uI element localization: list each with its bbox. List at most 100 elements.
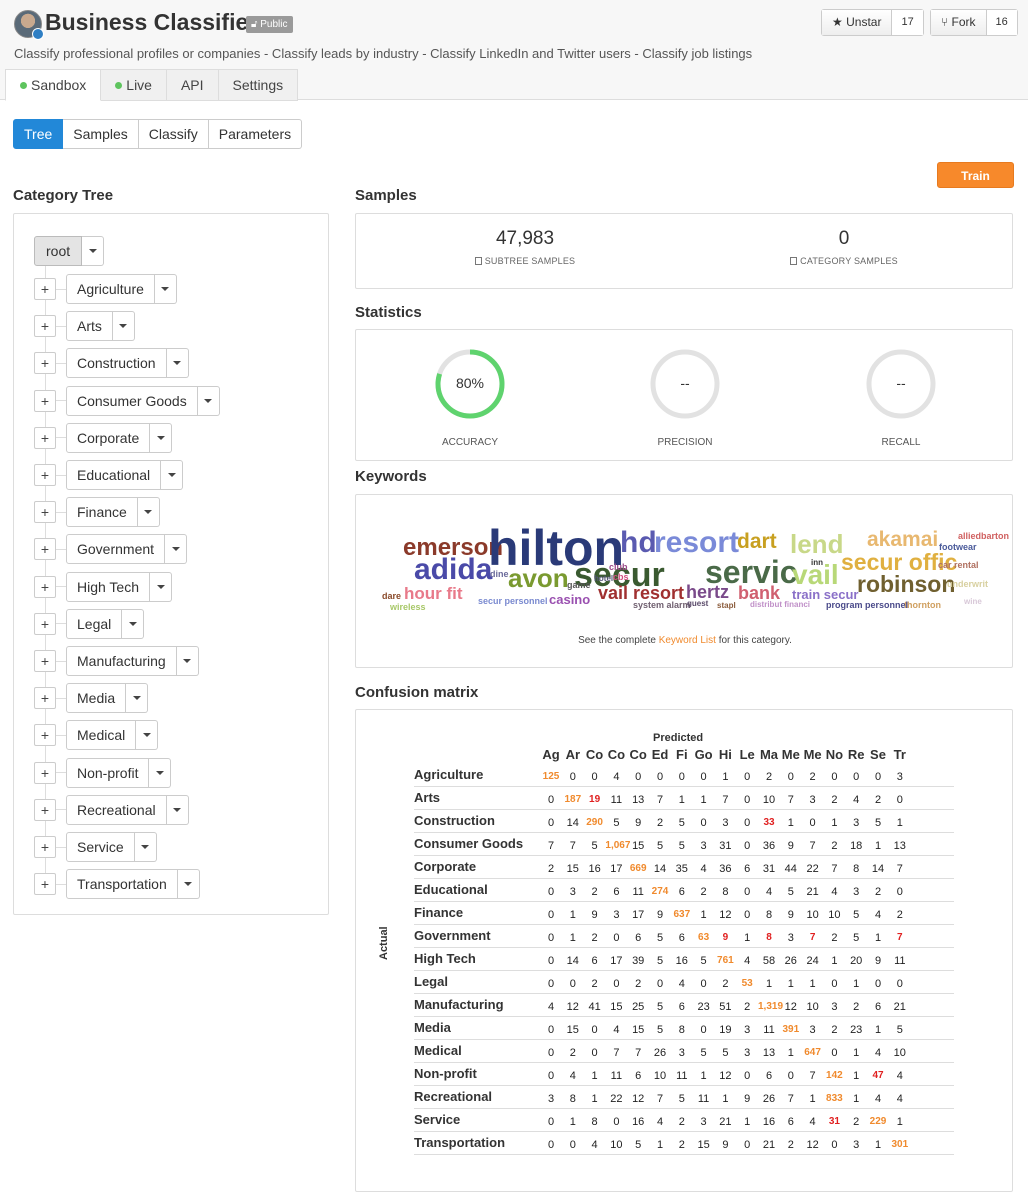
- column-header: Re: [847, 747, 865, 762]
- actual-axis-label: Actual: [378, 926, 390, 960]
- expand-plus-icon[interactable]: +: [34, 612, 56, 635]
- status-online-icon: [115, 82, 123, 89]
- matrix-cell: 1: [700, 794, 707, 806]
- matrix-cell: 0: [831, 1047, 838, 1059]
- tab-api[interactable]: API: [166, 69, 219, 101]
- expand-plus-icon[interactable]: +: [34, 464, 56, 486]
- category-button-medical[interactable]: Medical: [66, 720, 137, 751]
- keyword-distribut-financi: distribut financi: [750, 600, 810, 609]
- category-button-educational[interactable]: Educational: [66, 460, 162, 490]
- subtab-samples[interactable]: Samples: [63, 119, 139, 149]
- matrix-cell: 1: [700, 909, 707, 921]
- root-button[interactable]: root: [34, 236, 83, 266]
- category-button-arts[interactable]: Arts: [66, 311, 113, 342]
- caret-down-icon: [161, 287, 170, 291]
- subtab-tree[interactable]: Tree: [13, 119, 64, 149]
- expand-plus-icon[interactable]: +: [34, 873, 56, 896]
- precision-label: PRECISION: [657, 437, 713, 448]
- matrix-cell: 5: [853, 909, 860, 921]
- category-dropdown-button[interactable]: [166, 794, 189, 825]
- category-dropdown-button[interactable]: [165, 534, 188, 565]
- matrix-cell: 1: [700, 1070, 707, 1082]
- user-avatar[interactable]: [14, 10, 44, 40]
- tab-sandbox[interactable]: Sandbox: [5, 69, 102, 101]
- subtab-parameters[interactable]: Parameters: [208, 119, 303, 149]
- matrix-cell: 10: [806, 1001, 819, 1013]
- category-dropdown-button[interactable]: [150, 571, 173, 602]
- expand-plus-icon[interactable]: +: [34, 761, 56, 784]
- category-button-consumer-goods[interactable]: Consumer Goods: [66, 385, 198, 416]
- category-button-media[interactable]: Media: [66, 683, 127, 714]
- category-dropdown-button[interactable]: [134, 832, 157, 862]
- tab-settings[interactable]: Settings: [218, 69, 299, 101]
- tab-live[interactable]: Live: [101, 69, 167, 101]
- category-button-non-profit[interactable]: Non-profit: [66, 757, 150, 788]
- matrix-cell: 8: [591, 1116, 598, 1128]
- category-button-corporate[interactable]: Corporate: [66, 422, 151, 453]
- category-button-construction[interactable]: Construction: [66, 348, 167, 379]
- expand-plus-icon[interactable]: +: [34, 389, 56, 412]
- tree-item-manufacturing: + Manufacturing: [34, 646, 199, 676]
- expand-plus-icon[interactable]: +: [34, 650, 56, 672]
- category-button-government[interactable]: Government: [66, 534, 166, 565]
- row-divider: [414, 1085, 954, 1086]
- matrix-cell: 3: [831, 1001, 838, 1013]
- expand-plus-icon[interactable]: +: [34, 538, 56, 561]
- matrix-cell: 1: [896, 817, 903, 829]
- category-button-service[interactable]: Service: [66, 832, 135, 862]
- matrix-cell: 2: [678, 1139, 685, 1151]
- category-button-transportation[interactable]: Transportation: [66, 869, 178, 900]
- category-dropdown-button[interactable]: [166, 348, 189, 379]
- subtab-classify[interactable]: Classify: [138, 119, 209, 149]
- category-dropdown-button[interactable]: [197, 385, 220, 416]
- expand-plus-icon[interactable]: +: [34, 352, 56, 375]
- category-dropdown-button[interactable]: [150, 422, 173, 453]
- category-dropdown-button[interactable]: [112, 311, 135, 342]
- category-dropdown-button[interactable]: [137, 497, 160, 528]
- matrix-cell: 0: [700, 1024, 707, 1036]
- expand-plus-icon[interactable]: +: [34, 426, 56, 449]
- matrix-cell: 12: [784, 1001, 797, 1013]
- root-dropdown-button[interactable]: [82, 236, 105, 266]
- category-button-manufacturing[interactable]: Manufacturing: [66, 646, 177, 676]
- matrix-cell: 0: [569, 1139, 576, 1151]
- category-dropdown-button[interactable]: [136, 720, 159, 751]
- category-button-finance[interactable]: Finance: [66, 497, 138, 528]
- star-icon: ★: [832, 15, 843, 29]
- category-dropdown-button[interactable]: [122, 608, 145, 639]
- category-button-legal[interactable]: Legal: [66, 608, 123, 639]
- category-dropdown-button[interactable]: [126, 683, 149, 714]
- row-label-media: Media: [414, 1020, 451, 1035]
- matrix-cell: 0: [613, 932, 620, 944]
- row-divider: [414, 832, 954, 833]
- expand-plus-icon[interactable]: +: [34, 575, 56, 598]
- train-button[interactable]: Train: [937, 162, 1014, 188]
- expand-plus-icon[interactable]: +: [34, 315, 56, 338]
- category-dropdown-button[interactable]: [161, 460, 184, 490]
- caret-down-icon: [173, 361, 182, 366]
- category-dropdown-button[interactable]: [177, 869, 200, 900]
- matrix-cell: 2: [591, 886, 598, 898]
- category-dropdown-button[interactable]: [149, 757, 172, 788]
- expand-plus-icon[interactable]: +: [34, 687, 56, 710]
- category-button-agriculture[interactable]: Agriculture: [66, 274, 155, 304]
- column-header: Fi: [676, 747, 688, 762]
- expand-plus-icon[interactable]: +: [34, 278, 56, 300]
- keyword-list-link[interactable]: Keyword List: [659, 635, 716, 646]
- unstar-button[interactable]: ★ Unstar 17: [821, 9, 924, 36]
- expand-plus-icon[interactable]: +: [34, 501, 56, 524]
- row-label-finance: Finance: [414, 905, 464, 920]
- category-button-high-tech[interactable]: High Tech: [66, 571, 151, 602]
- category-samples: 0 CATEGORY SAMPLES: [694, 228, 994, 266]
- category-dropdown-button[interactable]: [154, 274, 177, 304]
- matrix-cell: 0: [853, 771, 860, 783]
- category-button-recreational[interactable]: Recreational: [66, 794, 167, 825]
- expand-plus-icon[interactable]: +: [34, 724, 56, 747]
- matrix-cell: 1: [722, 771, 729, 783]
- fork-button[interactable]: ⑂ Fork 16: [930, 9, 1018, 36]
- category-dropdown-button[interactable]: [176, 646, 199, 676]
- tree-item-medical: + Medical: [34, 720, 159, 751]
- keyword-stapl: stapl: [717, 601, 736, 610]
- expand-plus-icon[interactable]: +: [34, 836, 56, 858]
- expand-plus-icon[interactable]: +: [34, 798, 56, 821]
